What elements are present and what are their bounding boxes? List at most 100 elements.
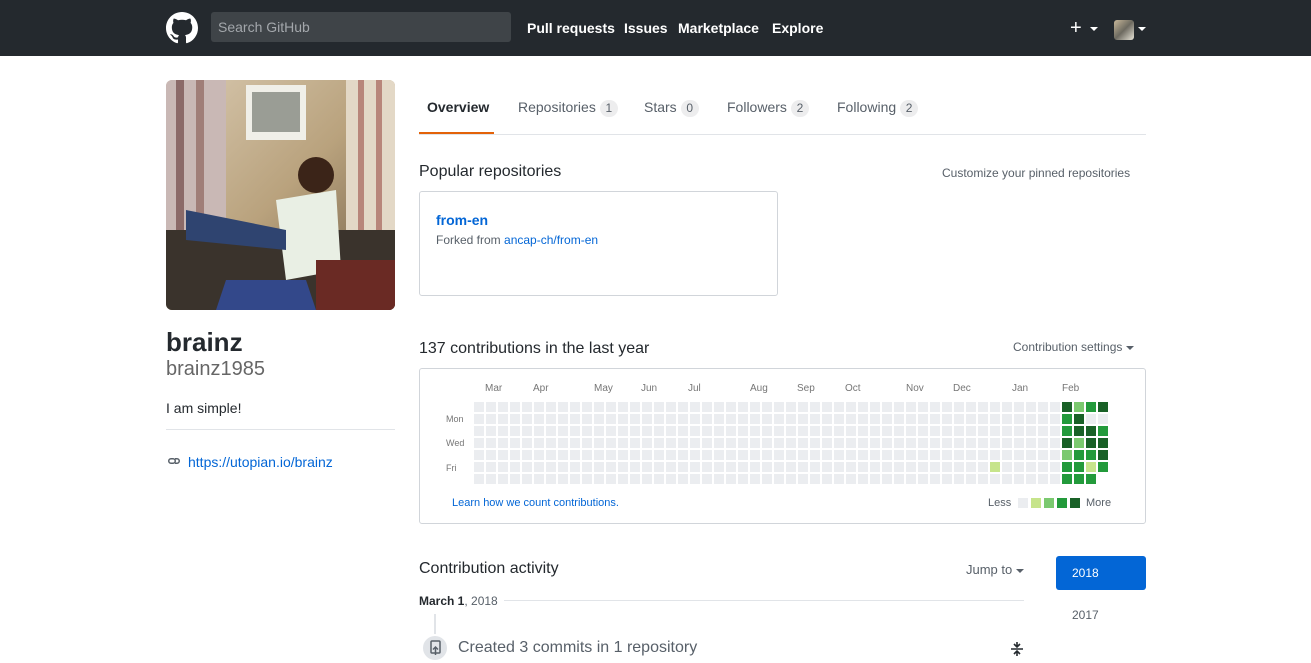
contribution-day[interactable] [882, 426, 892, 436]
contribution-day[interactable] [1014, 402, 1024, 412]
contribution-day[interactable] [1062, 414, 1072, 424]
contribution-day[interactable] [870, 450, 880, 460]
contribution-day[interactable] [990, 438, 1000, 448]
contribution-day[interactable] [726, 426, 736, 436]
contribution-day[interactable] [642, 426, 652, 436]
contribution-day[interactable] [1086, 462, 1096, 472]
contribution-day[interactable] [1038, 414, 1048, 424]
contribution-day[interactable] [534, 462, 544, 472]
contribution-day[interactable] [498, 450, 508, 460]
contribution-day[interactable] [894, 450, 904, 460]
contribution-day[interactable] [606, 474, 616, 484]
contribution-day[interactable] [822, 414, 832, 424]
contribution-day[interactable] [774, 438, 784, 448]
contribution-day[interactable] [966, 402, 976, 412]
contribution-day[interactable] [798, 426, 808, 436]
contribution-day[interactable] [918, 414, 928, 424]
contribution-day[interactable] [882, 414, 892, 424]
contribution-day[interactable] [990, 402, 1000, 412]
contribution-day[interactable] [558, 402, 568, 412]
contribution-day[interactable] [978, 450, 988, 460]
contribution-day[interactable] [714, 450, 724, 460]
contribution-day[interactable] [798, 450, 808, 460]
contribution-day[interactable] [762, 438, 772, 448]
contribution-day[interactable] [522, 462, 532, 472]
tab-followers[interactable]: Followers 2 [727, 99, 809, 117]
contribution-day[interactable] [1074, 438, 1084, 448]
contribution-day[interactable] [942, 474, 952, 484]
contribution-day[interactable] [810, 402, 820, 412]
learn-contributions-link[interactable]: Learn how we count contributions. [452, 497, 619, 509]
contribution-day[interactable] [702, 438, 712, 448]
contribution-day[interactable] [918, 402, 928, 412]
contribution-day[interactable] [1062, 426, 1072, 436]
contribution-day[interactable] [594, 414, 604, 424]
contribution-day[interactable] [1026, 426, 1036, 436]
contribution-day[interactable] [618, 402, 628, 412]
contribution-day[interactable] [678, 414, 688, 424]
contribution-day[interactable] [570, 474, 580, 484]
contribution-day[interactable] [738, 474, 748, 484]
contribution-day[interactable] [774, 450, 784, 460]
nav-explore[interactable]: Explore [772, 20, 823, 36]
contribution-day[interactable] [546, 414, 556, 424]
contribution-day[interactable] [990, 462, 1000, 472]
contribution-day[interactable] [474, 426, 484, 436]
contribution-day[interactable] [954, 426, 964, 436]
contribution-day[interactable] [666, 438, 676, 448]
contribution-day[interactable] [1062, 402, 1072, 412]
contribution-day[interactable] [582, 450, 592, 460]
contribution-day[interactable] [1074, 462, 1084, 472]
contribution-day[interactable] [966, 462, 976, 472]
contribution-day[interactable] [930, 474, 940, 484]
contribution-day[interactable] [618, 474, 628, 484]
contribution-day[interactable] [1074, 414, 1084, 424]
contribution-day[interactable] [774, 414, 784, 424]
contribution-day[interactable] [630, 402, 640, 412]
contribution-day[interactable] [690, 426, 700, 436]
contribution-day[interactable] [630, 414, 640, 424]
contribution-day[interactable] [666, 426, 676, 436]
contribution-day[interactable] [834, 450, 844, 460]
contribution-day[interactable] [882, 402, 892, 412]
contribution-day[interactable] [1062, 474, 1072, 484]
contribution-day[interactable] [858, 402, 868, 412]
contribution-day[interactable] [1074, 402, 1084, 412]
contribution-day[interactable] [942, 414, 952, 424]
contribution-day[interactable] [930, 438, 940, 448]
contribution-day[interactable] [1098, 462, 1108, 472]
contribution-day[interactable] [678, 438, 688, 448]
contribution-day[interactable] [966, 414, 976, 424]
contribution-day[interactable] [630, 438, 640, 448]
contribution-day[interactable] [762, 450, 772, 460]
contribution-day[interactable] [786, 402, 796, 412]
tab-following[interactable]: Following 2 [837, 99, 919, 117]
contribution-day[interactable] [846, 414, 856, 424]
contribution-day[interactable] [1098, 414, 1108, 424]
contribution-day[interactable] [978, 462, 988, 472]
profile-website-link[interactable]: https://utopian.io/brainz [188, 454, 333, 470]
contribution-day[interactable] [954, 450, 964, 460]
contribution-day[interactable] [606, 426, 616, 436]
plus-icon[interactable]: + [1070, 18, 1082, 38]
contribution-day[interactable] [1014, 426, 1024, 436]
contribution-day[interactable] [786, 426, 796, 436]
contribution-day[interactable] [762, 474, 772, 484]
contribution-day[interactable] [570, 462, 580, 472]
contribution-day[interactable] [474, 474, 484, 484]
contribution-day[interactable] [546, 402, 556, 412]
contribution-day[interactable] [738, 426, 748, 436]
contribution-day[interactable] [954, 474, 964, 484]
contribution-day[interactable] [726, 462, 736, 472]
contribution-day[interactable] [702, 426, 712, 436]
contribution-day[interactable] [606, 402, 616, 412]
contribution-day[interactable] [522, 426, 532, 436]
contribution-day[interactable] [954, 462, 964, 472]
contribution-day[interactable] [558, 462, 568, 472]
contribution-day[interactable] [702, 474, 712, 484]
contribution-day[interactable] [894, 438, 904, 448]
contribution-day[interactable] [846, 462, 856, 472]
contribution-day[interactable] [978, 474, 988, 484]
contribution-day[interactable] [1074, 474, 1084, 484]
contribution-day[interactable] [738, 450, 748, 460]
